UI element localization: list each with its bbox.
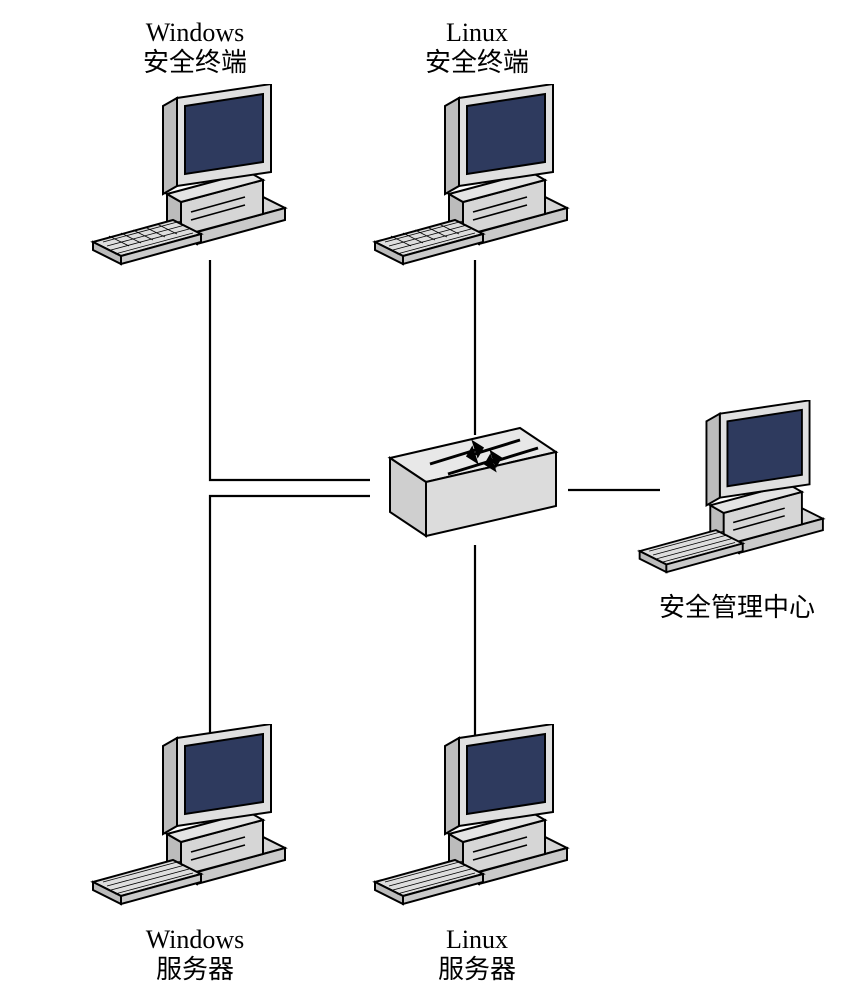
node-windows-server: Windows 服务器 xyxy=(70,724,320,985)
label-line-2: 安全终端 xyxy=(70,48,320,78)
label-windows-terminal: Windows 安全终端 xyxy=(70,18,320,78)
node-linux-server: Linux 服务器 xyxy=(352,724,602,985)
computer-icon xyxy=(632,400,842,582)
diagram-stage: { "nodes": { "top_left": { "line1": "Win… xyxy=(0,0,861,1000)
node-windows-terminal: Windows 安全终端 xyxy=(70,18,320,279)
label-line-1: 安全管理中心 xyxy=(622,593,852,623)
label-line-1: Windows xyxy=(70,18,320,48)
node-security-center: 安全管理中心 xyxy=(622,400,852,623)
label-line-2: 安全终端 xyxy=(352,48,602,78)
label-line-2: 服务器 xyxy=(352,955,602,985)
label-windows-server: Windows 服务器 xyxy=(70,925,320,985)
computer-icon xyxy=(85,84,305,274)
label-line-2: 服务器 xyxy=(70,955,320,985)
label-linux-server: Linux 服务器 xyxy=(352,925,602,985)
network-switch xyxy=(370,418,570,558)
label-linux-terminal: Linux 安全终端 xyxy=(352,18,602,78)
node-linux-terminal: Linux 安全终端 xyxy=(352,18,602,279)
label-line-1: Windows xyxy=(70,925,320,955)
computer-icon xyxy=(367,724,587,914)
switch-icon xyxy=(370,418,570,558)
label-line-1: Linux xyxy=(352,18,602,48)
computer-icon xyxy=(367,84,587,274)
label-line-1: Linux xyxy=(352,925,602,955)
computer-icon xyxy=(85,724,305,914)
label-security-center: 安全管理中心 xyxy=(622,593,852,623)
